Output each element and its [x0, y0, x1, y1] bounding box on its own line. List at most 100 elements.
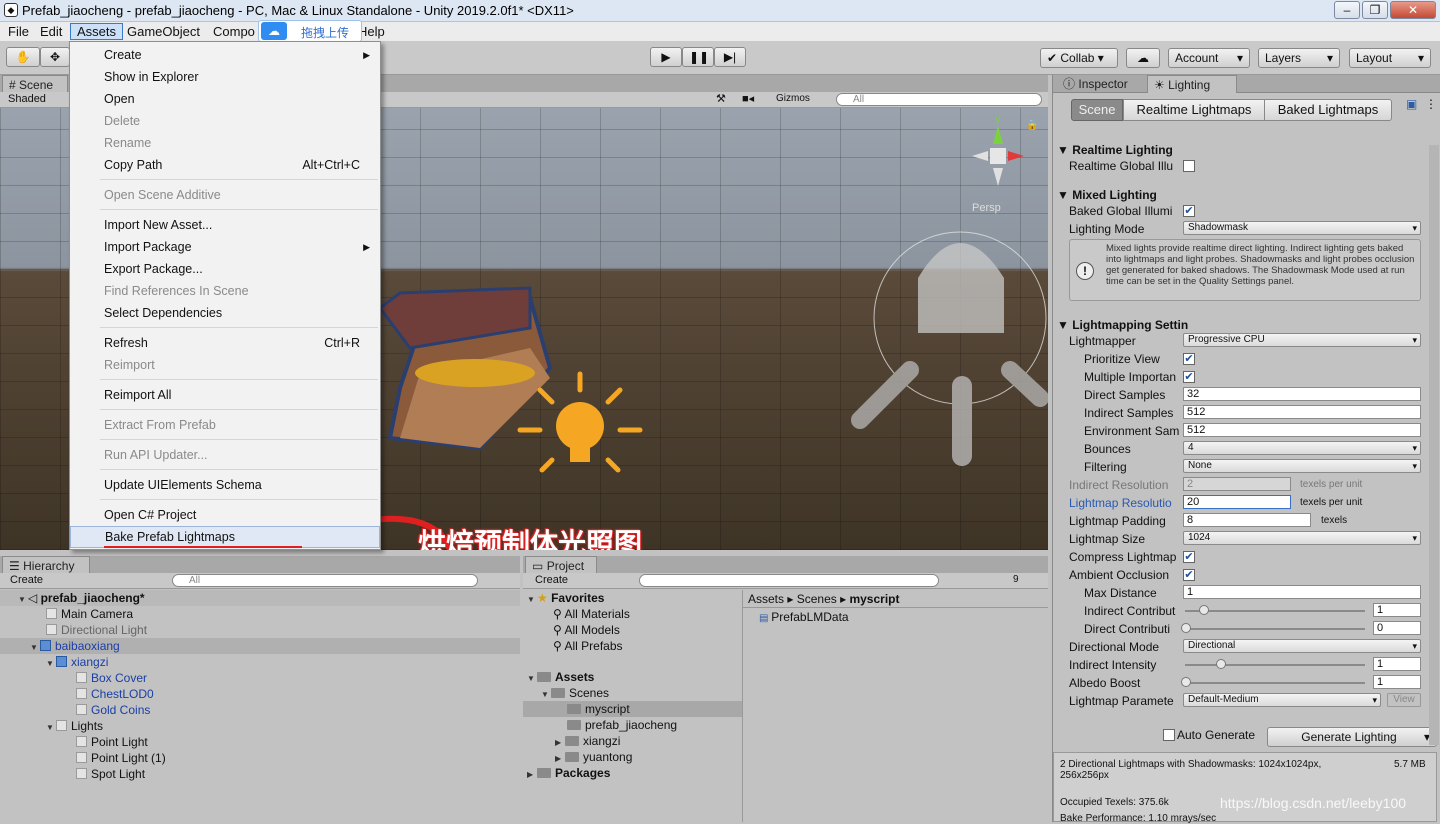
list-item[interactable]: Main Camera: [46, 606, 133, 622]
help-icon[interactable]: ▣: [1406, 97, 1417, 111]
menu-item-import-new-asset[interactable]: Import New Asset...: [70, 214, 380, 236]
menu-assets[interactable]: Assets: [70, 23, 124, 40]
lightmap-resolution-field[interactable]: 20: [1183, 495, 1291, 509]
baked-gi-checkbox[interactable]: ✔: [1183, 205, 1195, 217]
layers-dropdown[interactable]: Layers ▾: [1258, 48, 1340, 68]
indirect-samples-field[interactable]: 512: [1183, 405, 1421, 419]
ambient-occlusion-checkbox[interactable]: ✔: [1183, 569, 1195, 581]
menu-item-reimport-all[interactable]: Reimport All: [70, 384, 380, 406]
menu-item-export-package[interactable]: Export Package...: [70, 258, 380, 280]
lightmap-padding-field[interactable]: 8: [1183, 513, 1311, 527]
hierarchy-create-dropdown[interactable]: Create: [10, 574, 43, 586]
slider-knob[interactable]: [1216, 659, 1226, 669]
menu-item-show-in-explorer[interactable]: Show in Explorer: [70, 66, 380, 88]
list-item[interactable]: Point Light (1): [76, 750, 166, 766]
list-item[interactable]: myscript: [523, 701, 742, 717]
bounces-dropdown[interactable]: 4: [1183, 441, 1421, 455]
list-item[interactable]: ChestLOD0: [76, 686, 154, 702]
list-item[interactable]: prefab_jiaocheng: [567, 717, 677, 733]
compress-lightmaps-checkbox[interactable]: ✔: [1183, 551, 1195, 563]
camera-icon[interactable]: ■◂: [742, 92, 754, 105]
environment-samples-field[interactable]: 512: [1183, 423, 1421, 437]
scene-search-input[interactable]: All: [836, 93, 1042, 106]
collab-button[interactable]: ✔ Collab ▾: [1040, 48, 1118, 68]
account-dropdown[interactable]: Account ▾: [1168, 48, 1250, 68]
max-distance-field[interactable]: 1: [1183, 585, 1421, 599]
direct-contribution-field[interactable]: 0: [1373, 621, 1421, 635]
list-item[interactable]: ⚲ All Prefabs: [553, 638, 623, 654]
tools-icon[interactable]: ⚒: [716, 92, 726, 105]
maximize-icon[interactable]: ❐: [1362, 1, 1388, 19]
list-item[interactable]: ▼ ◁ prefab_jiaocheng*: [0, 590, 520, 606]
shading-dropdown[interactable]: Shaded: [8, 93, 46, 105]
list-item[interactable]: ▼ Scenes: [541, 685, 609, 701]
list-item[interactable]: ▶ yuantong: [555, 749, 632, 765]
minimize-icon[interactable]: –: [1334, 1, 1360, 19]
menu-edit[interactable]: Edit: [34, 23, 68, 40]
slider-knob[interactable]: [1181, 677, 1191, 687]
list-item[interactable]: Directional Light: [46, 622, 147, 638]
list-item[interactable]: ▼ baibaoxiang: [0, 638, 520, 654]
menu-item-copy-path[interactable]: Copy Path Alt+Ctrl+C: [70, 154, 380, 176]
menu-component[interactable]: Compo: [207, 23, 261, 40]
tab-scene[interactable]: # Scene: [2, 75, 68, 93]
filtering-dropdown[interactable]: None: [1183, 459, 1421, 473]
list-item[interactable]: ▼ xiangzi: [46, 654, 108, 670]
directional-mode-dropdown[interactable]: Directional: [1183, 639, 1421, 653]
menu-item-refresh[interactable]: Refresh Ctrl+R: [70, 332, 380, 354]
indirect-intensity-slider[interactable]: [1185, 664, 1365, 666]
albedo-boost-field[interactable]: 1: [1373, 675, 1421, 689]
pause-icon[interactable]: ❚❚: [682, 47, 714, 67]
layout-dropdown[interactable]: Layout ▾: [1349, 48, 1431, 68]
section-mixed-lighting[interactable]: ▼ Mixed Lighting: [1057, 188, 1157, 202]
section-realtime-lighting[interactable]: ▼ Realtime Lighting: [1057, 143, 1173, 157]
menu-item-import-package[interactable]: Import Package ▶: [70, 236, 380, 258]
settings-icon[interactable]: ⋮: [1425, 97, 1437, 111]
realtime-gi-checkbox[interactable]: [1183, 160, 1195, 172]
project-create-dropdown[interactable]: Create: [535, 574, 568, 586]
direct-samples-field[interactable]: 32: [1183, 387, 1421, 401]
lightmap-parameters-dropdown[interactable]: Default-Medium: [1183, 693, 1381, 707]
tab-hierarchy[interactable]: ☰ Hierarchy: [2, 556, 90, 574]
indirect-contribution-field[interactable]: 1: [1373, 603, 1421, 617]
menu-item-bake-prefab-lightmaps[interactable]: Bake Prefab Lightmaps: [70, 526, 380, 548]
subtab-realtime-lightmaps[interactable]: Realtime Lightmaps: [1123, 99, 1265, 121]
auto-generate-checkbox[interactable]: [1163, 729, 1175, 741]
lock-icon[interactable]: 🔒: [1026, 120, 1038, 131]
favorites-header[interactable]: ▼ ★ Favorites: [527, 590, 604, 606]
generate-lighting-button[interactable]: Generate Lighting ▾: [1267, 727, 1437, 747]
move-tool-icon[interactable]: ✥: [40, 47, 70, 67]
menu-file[interactable]: File: [2, 23, 35, 40]
tab-project[interactable]: ▭ Project: [525, 556, 597, 574]
slider-knob[interactable]: [1199, 605, 1209, 615]
breadcrumb-item[interactable]: Assets: [748, 592, 784, 606]
menu-item-create[interactable]: Create ▶: [70, 44, 380, 66]
section-lightmapping-settings[interactable]: ▼ Lightmapping Settin: [1057, 318, 1188, 332]
list-item[interactable]: ▼ Lights: [46, 718, 103, 734]
packages-header[interactable]: ▶ Packages: [527, 765, 610, 781]
view-button[interactable]: View: [1387, 693, 1421, 707]
hand-tool-icon[interactable]: ✋: [6, 47, 40, 67]
lightmap-size-dropdown[interactable]: 1024: [1183, 531, 1421, 545]
list-item[interactable]: ⚲ All Models: [553, 622, 620, 638]
menu-item-update-uielements-schema[interactable]: Update UIElements Schema: [70, 474, 380, 496]
upload-widget[interactable]: ☁ 拖拽上传: [258, 20, 362, 42]
tab-lighting[interactable]: ☀ Lighting: [1147, 75, 1237, 93]
indirect-contribution-slider[interactable]: [1185, 610, 1365, 612]
close-icon[interactable]: ✕: [1390, 1, 1436, 19]
lighting-mode-dropdown[interactable]: Shadowmask: [1183, 221, 1421, 235]
slider-knob[interactable]: [1181, 623, 1191, 633]
menu-gameobject[interactable]: GameObject: [121, 23, 206, 40]
list-item[interactable]: Point Light: [76, 734, 148, 750]
list-item[interactable]: Box Cover: [76, 670, 147, 686]
tab-inspector[interactable]: ⓘ Inspector: [1057, 75, 1145, 93]
project-search-input[interactable]: [639, 574, 939, 587]
prioritize-view-checkbox[interactable]: ✔: [1183, 353, 1195, 365]
lightmapper-dropdown[interactable]: Progressive CPU: [1183, 333, 1421, 347]
persp-label[interactable]: Persp: [972, 202, 1001, 214]
subtab-scene[interactable]: Scene: [1071, 99, 1123, 121]
direct-contribution-slider[interactable]: [1185, 628, 1365, 630]
step-icon[interactable]: ▶|: [714, 47, 746, 67]
breadcrumb-item[interactable]: Scenes: [797, 592, 837, 606]
hierarchy-search-input[interactable]: All: [172, 574, 478, 587]
